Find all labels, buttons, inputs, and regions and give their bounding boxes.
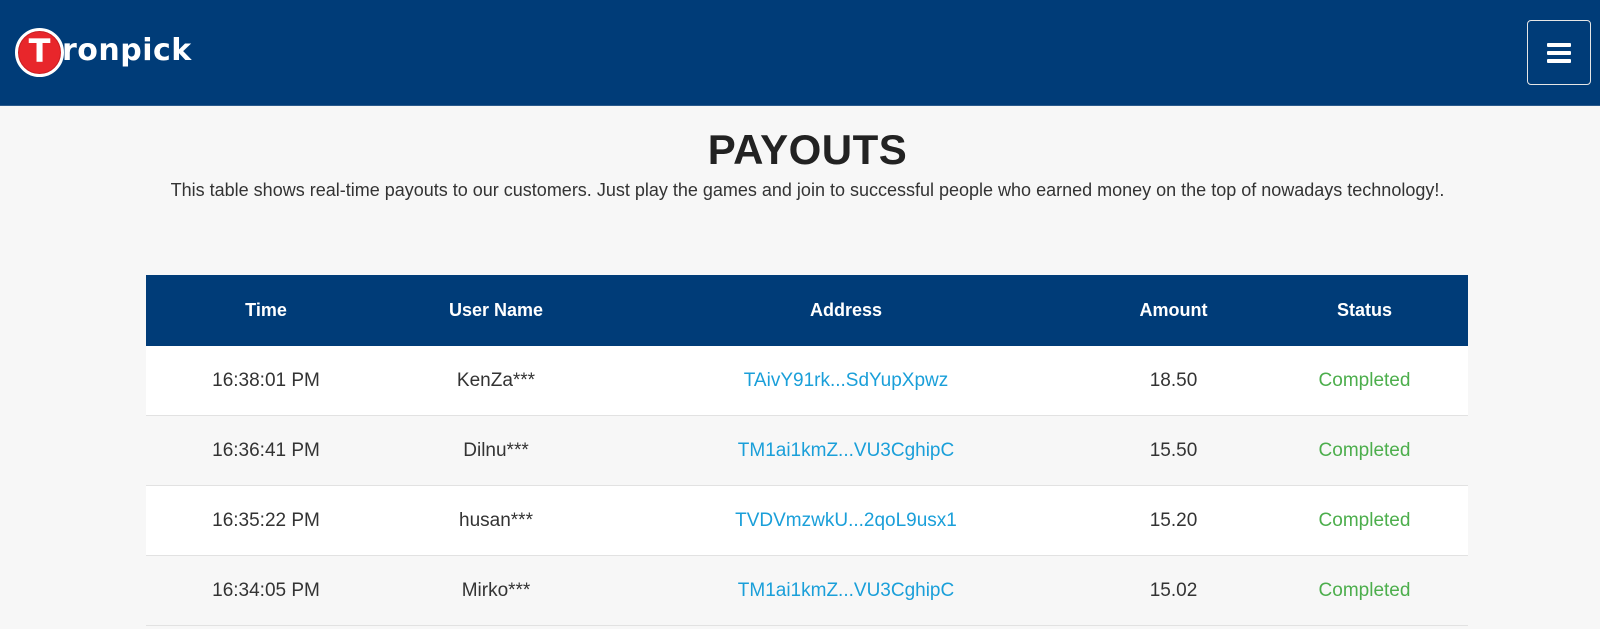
cell-address-link[interactable]: TM1ai1kmZ...VU3CghipC (606, 440, 1086, 462)
cell-status: Completed (1318, 579, 1411, 601)
cell-user-name: Mirko*** (461, 579, 531, 601)
cell-user-name: Dilnu*** (463, 439, 529, 461)
cell-address-link[interactable]: TM1ai1kmZ...VU3CghipC (606, 580, 1086, 602)
column-header-amount: Amount (1139, 300, 1208, 320)
logo-letter: T (28, 32, 51, 70)
column-header-status: Status (1336, 300, 1392, 320)
cell-time: 16:36:41 PM (212, 439, 320, 461)
cell-time: 16:38:01 PM (212, 369, 320, 391)
payouts-table: Time User Name Address Amount Status 16:… (146, 275, 1468, 626)
top-navbar: T ronpick (0, 0, 1600, 106)
cell-status: Completed (1318, 509, 1411, 531)
cell-amount: 15.02 (1149, 579, 1198, 601)
logo-text: ronpick (62, 32, 192, 68)
column-header-user-name: User Name (448, 300, 544, 320)
hamburger-menu-icon (1547, 42, 1571, 63)
cell-amount: 15.20 (1149, 509, 1198, 531)
table-header: Time User Name Address Amount Status (146, 275, 1468, 346)
cell-user-name: KenZa*** (456, 369, 536, 391)
page-title: PAYOUTS (707, 126, 908, 173)
cell-address-link[interactable]: TVDVmzwkU...2qoL9usx1 (606, 510, 1086, 532)
cell-status: Completed (1318, 439, 1411, 461)
table-row: 16:38:01 PM KenZa*** TAivY91rk...SdYupXp… (146, 346, 1468, 416)
table-row: 16:35:22 PM husan*** TVDVmzwkU...2qoL9us… (146, 486, 1468, 556)
site-logo[interactable]: T ronpick (15, 27, 192, 77)
cell-address-link[interactable]: TAivY91rk...SdYupXpwz (606, 370, 1086, 392)
cell-time: 16:35:22 PM (212, 509, 320, 531)
cell-status: Completed (1318, 369, 1411, 391)
cell-time: 16:34:05 PM (212, 579, 320, 601)
table-row: 16:36:41 PM Dilnu*** TM1ai1kmZ...VU3Cghi… (146, 416, 1468, 486)
column-header-address: Address (809, 300, 883, 320)
column-header-time: Time (245, 300, 287, 320)
cell-amount: 18.50 (1149, 369, 1198, 391)
menu-toggle-button[interactable] (1527, 20, 1591, 85)
page-intro-text: This table shows real-time payouts to ou… (170, 180, 1445, 200)
table-row: 16:34:05 PM Mirko*** TM1ai1kmZ...VU3Cghi… (146, 556, 1468, 626)
cell-user-name: husan*** (459, 509, 533, 531)
logo-badge-icon: T (15, 27, 64, 77)
cell-amount: 15.50 (1149, 439, 1198, 461)
